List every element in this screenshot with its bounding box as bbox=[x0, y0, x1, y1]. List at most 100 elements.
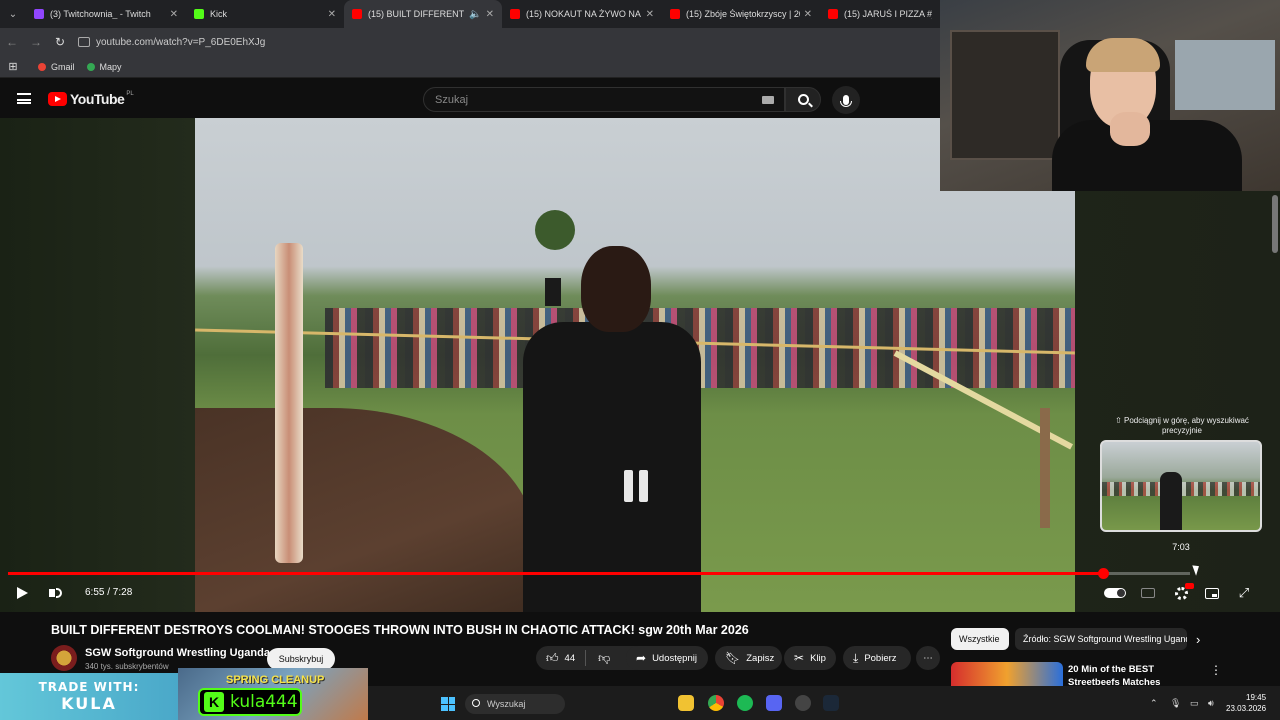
time-display: 6:55 / 7:28 bbox=[85, 587, 133, 598]
tray-mic-icon[interactable]: 🎙︎ bbox=[1170, 698, 1181, 709]
more-vert-icon[interactable]: ⋮ bbox=[1210, 663, 1222, 677]
channel-name[interactable]: SGW Softground Wrestling Uganda bbox=[85, 647, 270, 659]
speaker-icon bbox=[48, 589, 55, 597]
page-scrollbar[interactable] bbox=[1272, 195, 1278, 253]
taskbar-clock[interactable]: 19:45 23.03.2026 bbox=[1226, 692, 1266, 714]
chrome-icon[interactable] bbox=[708, 695, 724, 711]
tab-title: (3) Twitchownia_ - Twitch bbox=[50, 9, 151, 19]
channel-avatar[interactable] bbox=[51, 645, 77, 671]
hd-badge bbox=[1185, 583, 1194, 589]
windows-start-icon[interactable] bbox=[441, 697, 455, 711]
bookmark-label: Gmail bbox=[51, 61, 75, 72]
speaker-icon[interactable]: 🔈 bbox=[469, 9, 481, 20]
voice-search-button[interactable] bbox=[832, 86, 860, 114]
discord-icon[interactable] bbox=[766, 695, 782, 711]
tab-title: (15) JARUŚ I PIZZA #jaruś #p bbox=[844, 9, 932, 19]
tab-twitch[interactable]: (3) Twitchownia_ - Twitch ✕ bbox=[26, 0, 186, 28]
trade-with-kula-banner: TRADE WITH: KULA bbox=[0, 673, 178, 720]
address-bar[interactable]: youtube.com/watch?v=P_6DE0EhXJg bbox=[78, 37, 265, 48]
share-button[interactable]: ➦ Udostępnij bbox=[626, 646, 708, 670]
tray-chevron-icon[interactable]: ⌃ bbox=[1150, 698, 1158, 709]
seek-hint: ⇧ Podciągnij w górę, aby wyszukiwać prec… bbox=[1115, 416, 1249, 435]
gmail-icon bbox=[38, 62, 46, 71]
like-count[interactable]: 44 bbox=[565, 653, 576, 664]
search-button[interactable] bbox=[785, 87, 821, 112]
divider bbox=[585, 650, 587, 666]
mud-ring bbox=[195, 408, 535, 612]
keyboard-icon[interactable] bbox=[762, 96, 774, 104]
more-actions-button[interactable]: ⋯ bbox=[916, 646, 940, 670]
close-icon[interactable]: ✕ bbox=[328, 9, 336, 20]
close-icon[interactable]: ✕ bbox=[646, 9, 654, 20]
miniplayer-icon bbox=[1205, 587, 1219, 599]
clock-time: 19:45 bbox=[1246, 693, 1267, 702]
download-button[interactable]: ⤓ Pobierz bbox=[843, 646, 911, 670]
logo-text: YouTube bbox=[70, 91, 125, 107]
spotify-icon[interactable] bbox=[737, 695, 753, 711]
close-icon[interactable]: ✕ bbox=[170, 9, 178, 20]
search-icon bbox=[797, 94, 809, 105]
volume-button[interactable] bbox=[46, 585, 64, 601]
bookmark-maps[interactable]: Mapy bbox=[86, 61, 122, 72]
tab-search-chevron-icon[interactable]: ⌄ bbox=[0, 0, 26, 28]
preview-figure bbox=[1160, 472, 1182, 530]
tray-network-icon[interactable]: ▭ bbox=[1190, 698, 1199, 709]
thumbs-down-icon[interactable]: 👎︎ bbox=[598, 651, 610, 666]
apps-grid-icon[interactable]: ⊞ bbox=[0, 60, 26, 73]
search-input[interactable]: Szukaj bbox=[423, 87, 785, 112]
streamer-hair bbox=[1086, 38, 1160, 72]
miniplayer-button[interactable] bbox=[1204, 584, 1220, 602]
thumbs-up-icon[interactable]: 👍︎ bbox=[546, 651, 559, 666]
youtube-logo[interactable]: YouTube PL bbox=[48, 91, 134, 107]
subscribe-button[interactable]: Subskrybuj bbox=[267, 648, 335, 670]
windows-taskbar: Wyszukaj ⌃ 🎙︎ ▭ 🔊︎ 19:45 23.03.2026 bbox=[368, 686, 1280, 720]
taskbar-search[interactable]: Wyszukaj bbox=[465, 694, 565, 714]
site-info-icon[interactable] bbox=[78, 37, 90, 47]
settings-button[interactable] bbox=[1172, 583, 1194, 602]
menu-icon[interactable] bbox=[17, 93, 31, 104]
play-button[interactable] bbox=[14, 585, 30, 601]
tab-youtube-zboje[interactable]: (15) Zbóje Świętokrzyscy | 20 S ✕ bbox=[662, 0, 820, 28]
forward-arrow-icon[interactable]: → bbox=[24, 35, 48, 49]
bookmark-label: Mapy bbox=[99, 61, 122, 72]
maps-pin-icon bbox=[86, 62, 95, 71]
close-icon[interactable]: ✕ bbox=[804, 9, 812, 20]
close-icon[interactable]: ✕ bbox=[486, 9, 494, 20]
microphone-icon bbox=[840, 95, 852, 107]
chip-all[interactable]: Wszystkie bbox=[951, 628, 1009, 650]
file-explorer-icon[interactable] bbox=[678, 695, 694, 711]
fullscreen-button[interactable]: ⤢ bbox=[1236, 584, 1252, 602]
tab-kick[interactable]: Kick ✕ bbox=[186, 0, 344, 28]
clip-button[interactable]: ✂ Klip bbox=[784, 646, 836, 670]
kick-username-badge: K kula444 bbox=[198, 688, 302, 716]
save-button[interactable]: 🔖︎ Zapisz bbox=[715, 646, 782, 670]
autoplay-toggle[interactable] bbox=[1104, 584, 1126, 602]
reload-icon[interactable]: ↻ bbox=[48, 35, 72, 49]
progress-bar[interactable] bbox=[8, 568, 1190, 579]
tray-volume-icon[interactable]: 🔊︎ bbox=[1208, 698, 1214, 709]
save-label: Zapisz bbox=[746, 652, 775, 664]
chevron-right-icon[interactable]: › bbox=[1196, 632, 1200, 647]
video-player[interactable]: ⇧ Podciągnij w górę, aby wyszukiwać prec… bbox=[0, 118, 1280, 612]
youtube-icon bbox=[352, 9, 362, 19]
obs-icon[interactable] bbox=[795, 695, 811, 711]
banner-line-1: TRADE WITH: bbox=[38, 680, 140, 694]
bookmark-gmail[interactable]: Gmail bbox=[38, 62, 75, 72]
tab-youtube-active[interactable]: (15) BUILT DIFFERENT DEST 🔈 ✕ bbox=[344, 0, 502, 28]
chip-source[interactable]: Źródło: SGW Softground Wrestling Uganda bbox=[1015, 628, 1187, 650]
country-code: PL bbox=[126, 91, 134, 97]
tab-youtube-nokaut[interactable]: (15) NOKAUT NA ŻYWO NA PR ✕ bbox=[502, 0, 662, 28]
back-arrow-icon[interactable]: ← bbox=[0, 35, 24, 49]
room-window bbox=[1175, 40, 1275, 110]
subtitles-button[interactable] bbox=[1140, 584, 1156, 602]
steam-icon[interactable] bbox=[823, 695, 839, 711]
wrestler-body bbox=[523, 322, 701, 612]
scrubber-handle[interactable] bbox=[1097, 568, 1109, 579]
pause-icon[interactable] bbox=[624, 470, 648, 502]
tab-title: (15) NOKAUT NA ŻYWO NA PR bbox=[526, 9, 642, 19]
twitch-icon bbox=[34, 9, 44, 19]
kick-username: kula444 bbox=[230, 692, 298, 712]
tab-youtube-jarus[interactable]: (15) JARUŚ I PIZZA #jaruś #p bbox=[820, 0, 940, 28]
progress-played bbox=[8, 572, 1103, 575]
video-frame[interactable] bbox=[195, 118, 1075, 612]
